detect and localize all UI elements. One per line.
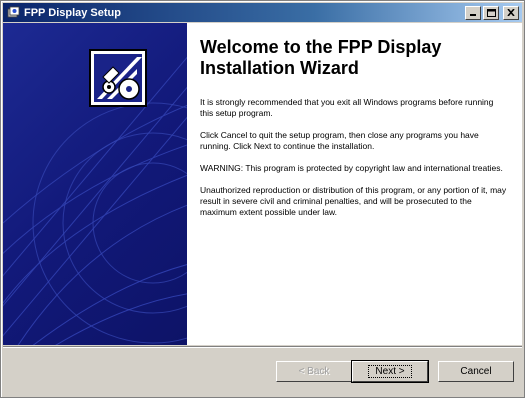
wizard-heading: Welcome to the FPP Display Installation … (200, 37, 442, 78)
setup-window: FPP Display Setup Welcome to the FPP Dis… (0, 0, 525, 398)
recommendation-text: It is strongly recommended that you exit… (200, 97, 494, 118)
maximize-icon (486, 8, 496, 17)
copyright-warning-text: WARNING: This program is protected by co… (200, 163, 503, 173)
back-button-label: < Back (298, 366, 330, 377)
back-button[interactable]: < Back (276, 361, 352, 382)
wizard-content: Welcome to the FPP Display Installation … (3, 23, 522, 345)
cancel-button-label: Cancel (460, 366, 492, 377)
setup-app-icon (6, 6, 20, 20)
minimize-icon (470, 14, 476, 16)
close-button[interactable] (503, 5, 519, 20)
close-icon (507, 9, 515, 16)
maximize-button[interactable] (483, 5, 499, 20)
instructions-text: Click Cancel to quit the setup program, … (200, 130, 479, 151)
installer-logo-icon (89, 49, 147, 107)
next-button[interactable]: Next > (351, 360, 429, 383)
minimize-button[interactable] (465, 5, 481, 20)
next-button-label: Next > (368, 365, 412, 378)
title-bar[interactable]: FPP Display Setup (3, 3, 522, 22)
button-separator (3, 346, 522, 348)
window-title: FPP Display Setup (24, 6, 121, 19)
wizard-side-banner (3, 23, 187, 345)
welcome-text-panel: Welcome to the FPP Display Installation … (200, 37, 508, 229)
legal-notice-text: Unauthorized reproduction or distributio… (200, 185, 507, 217)
cancel-button[interactable]: Cancel (438, 361, 514, 382)
